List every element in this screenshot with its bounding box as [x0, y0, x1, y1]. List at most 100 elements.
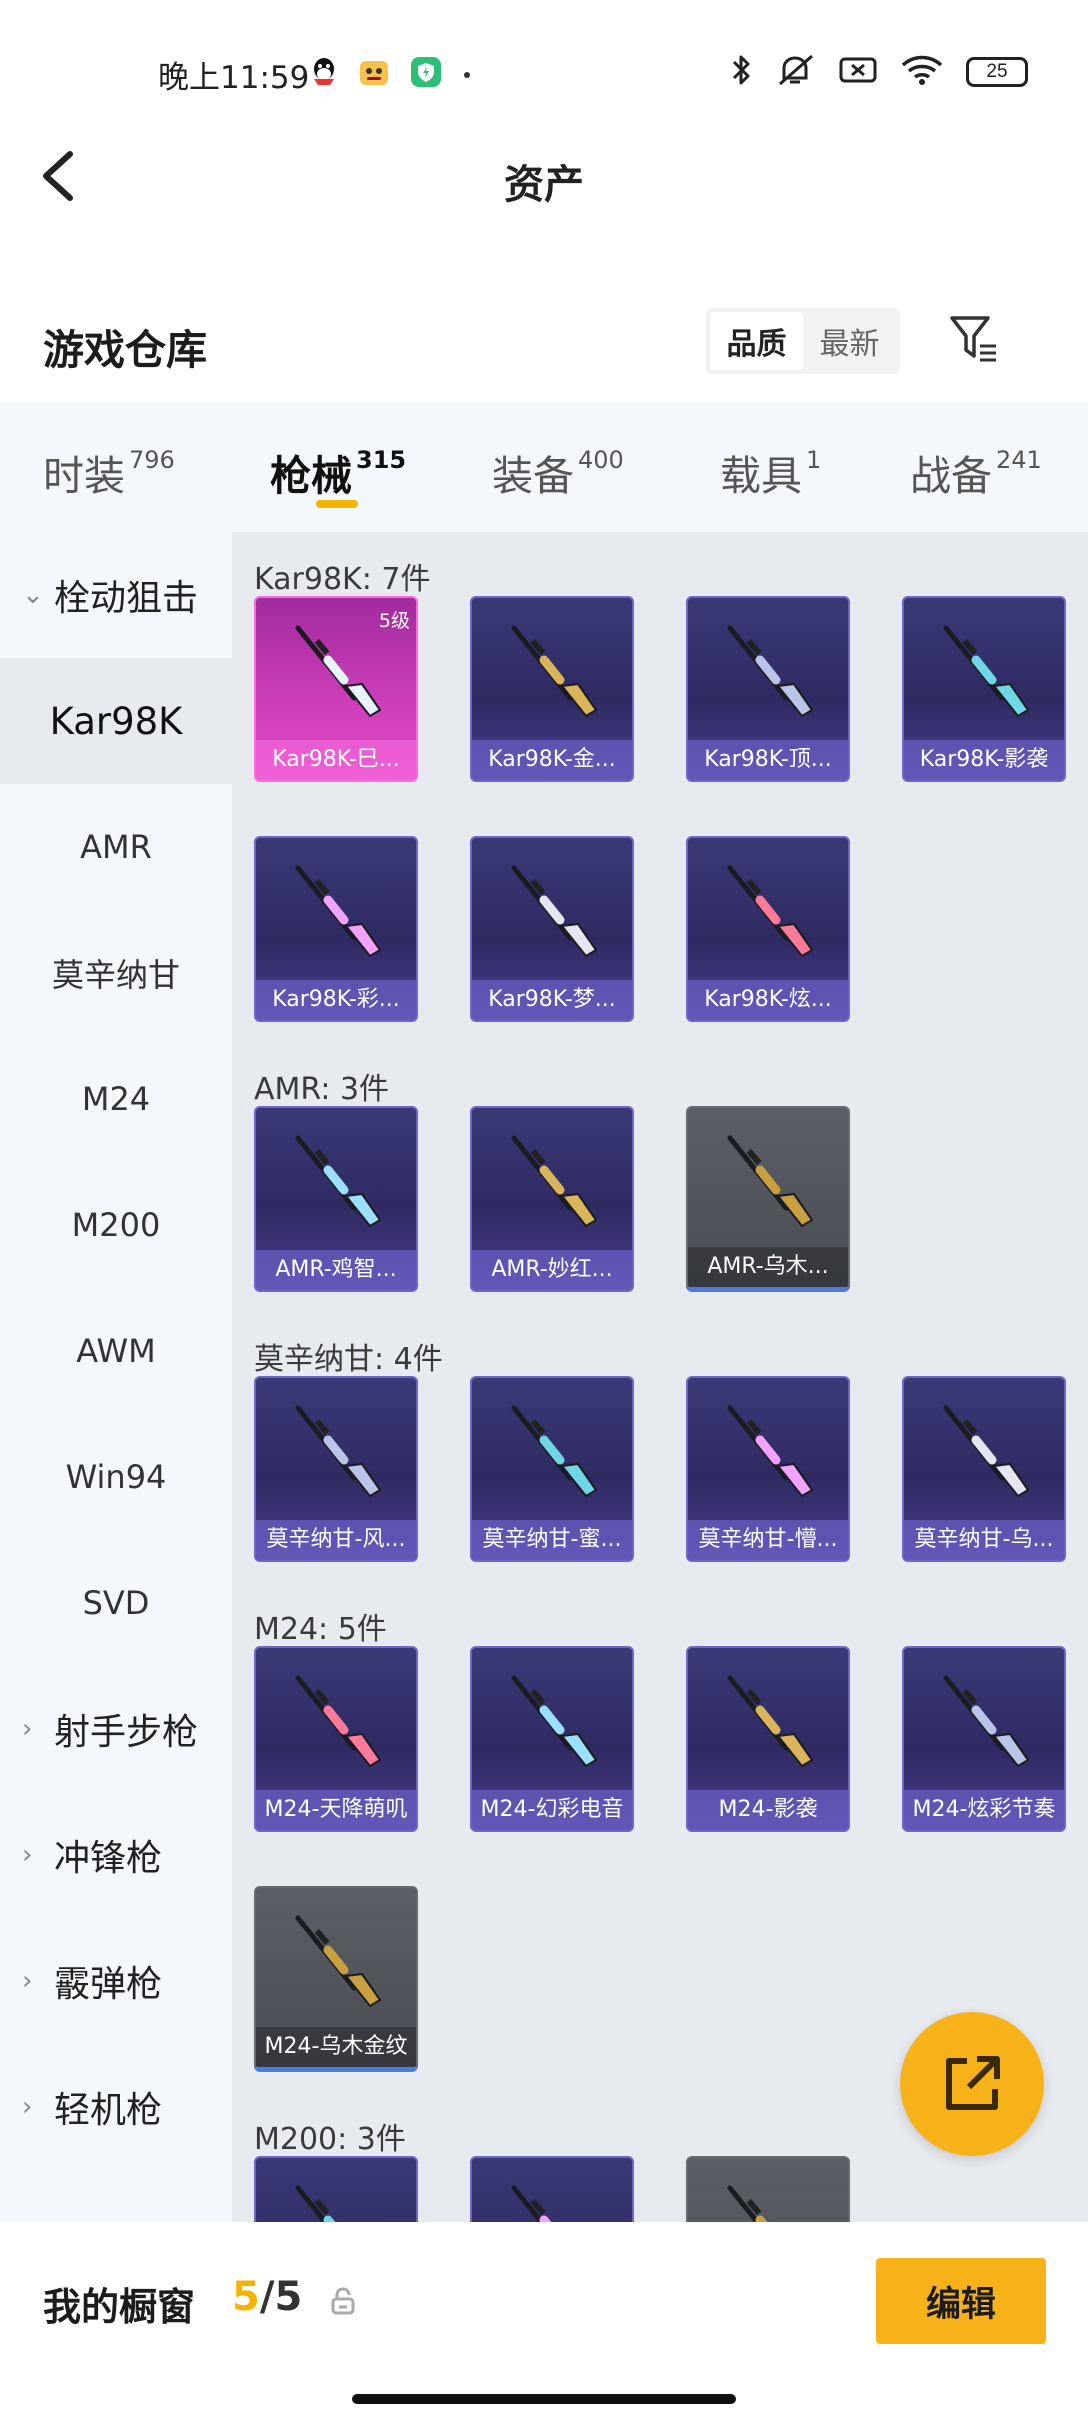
sort-quality-button[interactable]: 品质 — [710, 312, 803, 370]
sidebar-item-m24[interactable]: M24 — [0, 1036, 232, 1162]
weapon-card-label: Kar98K-巳... — [256, 740, 416, 780]
rifle-icon — [727, 865, 814, 958]
weapon-card[interactable]: M24-炫彩节奏 — [902, 1646, 1066, 1832]
weapon-card[interactable] — [686, 2156, 850, 2222]
rifle-icon — [727, 2185, 768, 2222]
sidebar-category-lmg[interactable]: › 轻机枪 — [0, 2044, 232, 2170]
sidebar-item-kar98k[interactable]: Kar98K — [0, 658, 232, 784]
status-time: 晚上11:59 — [158, 60, 310, 96]
weapon-card-label: Kar98K-梦... — [472, 980, 632, 1020]
chevron-right-icon: › — [22, 1966, 33, 1996]
active-tab-indicator — [316, 500, 358, 508]
sidebar-item-m200[interactable]: M200 — [0, 1162, 232, 1288]
weapon-card[interactable]: 莫辛纳甘-蜜... — [470, 1376, 634, 1562]
showcase-current: 5 — [232, 2274, 260, 2320]
weapon-card[interactable]: Kar98K-炫... — [686, 836, 850, 1022]
edit-button[interactable]: 编辑 — [876, 2258, 1046, 2344]
section-title: 莫辛纳甘: 4件 — [254, 1342, 443, 1377]
security-app-icon — [410, 56, 442, 92]
sidebar-item-svd[interactable]: SVD — [0, 1540, 232, 1666]
rifle-icon — [511, 865, 598, 958]
weapon-card[interactable]: Kar98K-影袭 — [902, 596, 1066, 782]
sim-off-icon — [838, 54, 878, 90]
bluetooth-icon — [730, 52, 754, 92]
weapon-card[interactable]: M24-乌木金纹 — [254, 1886, 418, 2072]
weapon-card-label: M24-炫彩节奏 — [904, 1790, 1064, 1830]
weapon-card[interactable]: Kar98K-顶... — [686, 596, 850, 782]
weapon-card[interactable] — [470, 2156, 634, 2222]
rifle-icon — [295, 1915, 382, 2008]
tab-supplies[interactable]: 战备 241 — [910, 442, 1042, 502]
share-icon — [946, 2056, 1000, 2110]
weapon-card-label: AMR-妙红... — [472, 1250, 632, 1290]
showcase-bar: 我的橱窗 5/5 编辑 — [0, 2222, 1088, 2417]
weapon-card-label: AMR-鸡智... — [256, 1250, 416, 1290]
weapon-card[interactable]: 莫辛纳甘-乌... — [902, 1376, 1066, 1562]
rifle-icon — [727, 1135, 814, 1228]
weapon-card-label: M24-乌木金纹 — [256, 2027, 416, 2067]
weapon-card[interactable] — [254, 2156, 418, 2222]
sidebar-category-bolt-action[interactable]: ⌄ 栓动狙击 — [0, 532, 232, 658]
sidebar-item-amr[interactable]: AMR — [0, 784, 232, 910]
tab-label: 装备 — [492, 452, 574, 500]
weapon-card[interactable]: M24-影袭 — [686, 1646, 850, 1832]
share-button[interactable] — [900, 2012, 1044, 2156]
weapon-card[interactable]: AMR-鸡智... — [254, 1106, 418, 1292]
sort-latest-button[interactable]: 最新 — [803, 312, 896, 370]
section-title: Kar98K: 7件 — [254, 562, 431, 597]
filter-icon[interactable] — [948, 312, 1002, 366]
tab-count: 241 — [996, 446, 1042, 474]
rifle-icon — [511, 625, 598, 718]
rifle-icon — [943, 625, 1030, 718]
mute-icon — [776, 52, 816, 92]
rifle-icon — [943, 1405, 1030, 1498]
rifle-icon — [727, 625, 814, 718]
rifle-icon — [295, 1405, 382, 1498]
weapon-card[interactable]: M24-天降萌叽 — [254, 1646, 418, 1832]
tab-firearms[interactable]: 枪械 315 — [270, 442, 406, 502]
section-title: M200: 3件 — [254, 2122, 406, 2157]
sidebar-category-marksman[interactable]: › 射手步枪 — [0, 1666, 232, 1792]
weapon-card-label: Kar98K-顶... — [688, 740, 848, 780]
weapon-card[interactable]: AMR-乌木... — [686, 1106, 850, 1292]
weapon-card[interactable]: 莫辛纳甘-懵... — [686, 1376, 850, 1562]
weapon-card[interactable]: M24-幻彩电音 — [470, 1646, 634, 1832]
weapon-card[interactable]: Kar98K-梦... — [470, 836, 634, 1022]
weapon-card-label: Kar98K-影袭 — [904, 740, 1064, 780]
rifle-icon — [727, 1675, 814, 1768]
sidebar-item-label: 冲锋枪 — [54, 1838, 163, 1879]
home-indicator — [352, 2394, 736, 2404]
tab-vehicles[interactable]: 载具 1 — [720, 442, 821, 502]
weapon-card[interactable]: Kar98K-彩... — [254, 836, 418, 1022]
weapon-card-label: 莫辛纳甘-风... — [256, 1520, 416, 1560]
sidebar-item-label: 栓动狙击 — [54, 578, 199, 619]
weapon-card[interactable]: AMR-妙红... — [470, 1106, 634, 1292]
tab-fashion[interactable]: 时装 796 — [43, 442, 175, 502]
sidebar-category-shotgun[interactable]: › 霰弹枪 — [0, 1918, 232, 2044]
weapon-card[interactable]: Kar98K-金... — [470, 596, 634, 782]
showcase-total: /5 — [259, 2274, 303, 2320]
chevron-down-icon: ⌄ — [22, 580, 44, 610]
weapon-card-label: AMR-乌木... — [688, 1247, 848, 1287]
weapon-card[interactable]: 5级 Kar98K-巳... — [254, 596, 418, 782]
sidebar-item-awm[interactable]: AWM — [0, 1288, 232, 1414]
category-tabs: 时装 796 枪械 315 装备 400 载具 1 战备 241 — [0, 402, 1088, 532]
weapon-card[interactable]: 莫辛纳甘-风... — [254, 1376, 418, 1562]
weapon-card-label: 莫辛纳甘-乌... — [904, 1520, 1064, 1560]
sidebar-item-mosin[interactable]: 莫辛纳甘 — [0, 910, 232, 1036]
sidebar-item-label: 射手步枪 — [54, 1712, 199, 1753]
rifle-icon — [511, 1135, 598, 1228]
warehouse-title: 游戏仓库 — [43, 326, 207, 374]
rifle-icon — [727, 1405, 814, 1498]
rifle-icon — [511, 1405, 598, 1498]
sidebar-item-win94[interactable]: Win94 — [0, 1414, 232, 1540]
sort-toggle: 品质 最新 — [706, 308, 900, 374]
tab-count: 1 — [806, 446, 822, 474]
tab-equipment[interactable]: 装备 400 — [492, 442, 624, 502]
chevron-right-icon: › — [22, 1840, 33, 1870]
tab-label: 战备 — [910, 452, 992, 500]
weapon-card-label: M24-幻彩电音 — [472, 1790, 632, 1830]
sidebar-category-smg[interactable]: › 冲锋枪 — [0, 1792, 232, 1918]
showcase-count: 5/5 — [232, 2274, 302, 2320]
section-title: AMR: 3件 — [254, 1072, 390, 1107]
